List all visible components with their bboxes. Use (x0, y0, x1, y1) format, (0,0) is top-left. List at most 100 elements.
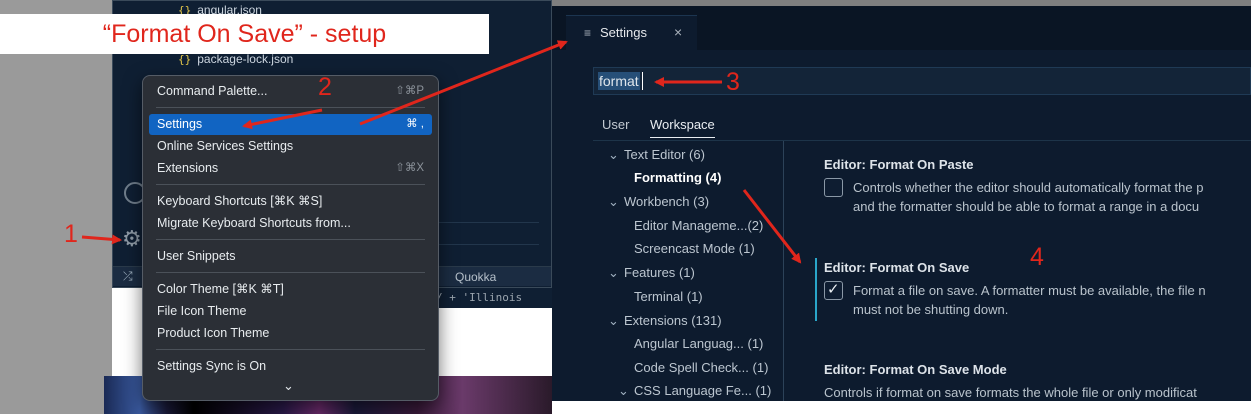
menu-separator (156, 349, 425, 350)
menu-item-label: Settings (157, 117, 203, 131)
setting-name: Format On Paste (869, 157, 974, 172)
toc-count: (4) (705, 170, 722, 185)
toc-item-text-editor[interactable]: ⌄ Text Editor (6) (608, 147, 705, 163)
toc-label: Screencast Mode (634, 241, 736, 256)
explorer-file[interactable]: {} package-lock.json (178, 52, 293, 66)
title-strip (552, 0, 1251, 6)
menu-item-extensions[interactable]: Extensions ⇧⌘X (149, 158, 432, 179)
chevron-down-icon: ⌄ (608, 147, 619, 162)
toc-item-code-spell[interactable]: Code Spell Check... (1) (634, 360, 768, 375)
annotation-number-4: 4 (1030, 243, 1044, 271)
close-icon[interactable]: × (674, 24, 682, 40)
banner-title: “Format On Save” - setup (102, 20, 387, 48)
checkmark-icon: ✓ (827, 281, 840, 298)
settings-list-icon: ≡ (584, 26, 592, 40)
menu-item-label: Keyboard Shortcuts [⌘K ⌘S] (157, 194, 323, 208)
toc-item-editor-management[interactable]: Editor Manageme...(2) (634, 218, 763, 233)
menu-item-shortcut: ⇧⌘P (395, 85, 424, 97)
manage-menu: Command Palette... ⇧⌘P Settings ⌘ , Online… (142, 75, 439, 401)
chevron-down-icon: ⌄ (608, 194, 619, 209)
menu-item-online-services[interactable]: Online Services Settings (149, 136, 432, 157)
gear-icon[interactable]: ⚙ (122, 228, 142, 250)
remote-icon[interactable]: ⤮ (123, 269, 133, 284)
toc-count: (1) (678, 265, 695, 280)
menu-item-shortcut: ⇧⌘X (395, 162, 424, 174)
scope-divider (593, 140, 1251, 141)
toc-item-screencast-mode[interactable]: Screencast Mode (1) (634, 241, 755, 256)
tab-settings[interactable]: ≡ Settings × (566, 15, 697, 50)
toc-label: Terminal (634, 289, 684, 304)
menu-item-product-icon-theme[interactable]: Product Icon Theme (149, 323, 432, 344)
menu-separator (156, 272, 425, 273)
menu-item-migrate-shortcuts[interactable]: Migrate Keyboard Shortcuts from... (149, 213, 432, 234)
chevron-down-icon: ⌄ (618, 383, 629, 398)
menu-item-settings[interactable]: Settings ⌘ , (149, 114, 432, 135)
menu-item-command-palette[interactable]: Command Palette... ⇧⌘P (149, 81, 432, 102)
settings-search-input[interactable]: format (593, 67, 1251, 95)
annotation-number-1: 1 (64, 220, 78, 248)
menu-separator (156, 184, 425, 185)
menu-item-shortcut: ⌘ , (406, 118, 424, 130)
setting-name: Format On Save Mode (869, 362, 1007, 377)
toc-item-angular[interactable]: Angular Languag... (1) (634, 336, 763, 351)
toc-label: Features (624, 265, 676, 280)
setting-title-format-on-paste: Editor: Format On Paste (824, 157, 974, 172)
setting-category: Editor: (824, 362, 870, 377)
chevron-down-icon[interactable]: ⌄ (283, 378, 294, 394)
code-line: / + 'Illinois (430, 288, 552, 308)
setting-title-format-on-save-mode: Editor: Format On Save Mode (824, 362, 1007, 377)
chevron-down-icon: ⌄ (608, 313, 619, 328)
menu-separator (156, 107, 425, 108)
search-value: format (598, 72, 640, 90)
setting-description: must not be shutting down. (853, 302, 1009, 317)
annotation-number-3: 3 (726, 68, 740, 96)
bottom-white-strip (552, 401, 1251, 414)
menu-item-label: Extensions (157, 161, 219, 175)
setting-description: and the formatter should be able to form… (853, 199, 1200, 214)
menu-item-label: Online Services Settings (157, 139, 294, 153)
toc-count: (131) (691, 313, 722, 328)
menu-item-label: Product Icon Theme (157, 326, 270, 340)
title-banner: “Format On Save” - setup (0, 14, 489, 54)
menu-item-user-snippets[interactable]: User Snippets (149, 246, 432, 267)
toc-label: Workbench (624, 194, 690, 209)
tab-label: Settings (600, 25, 647, 40)
toc-label: Extensions (624, 313, 688, 328)
text-caret (642, 72, 643, 90)
setting-description: Controls whether the editor should autom… (853, 180, 1204, 195)
setting-title-format-on-save: Editor: Format On Save (824, 260, 969, 275)
toc-item-features[interactable]: ⌄ Features (1) (608, 265, 695, 281)
menu-item-label: Settings Sync is On (157, 359, 267, 373)
menu-item-label: Color Theme [⌘K ⌘T] (157, 282, 284, 296)
toc-item-workbench[interactable]: ⌄ Workbench (3) (608, 194, 709, 210)
toc-count: (1) (755, 383, 772, 398)
scope-tab-user[interactable]: User (602, 117, 629, 132)
menu-item-label: Command Palette... (157, 84, 268, 98)
menu-item-label: File Icon Theme (157, 304, 247, 318)
setting-category: Editor: (824, 260, 870, 275)
toc-label: Code Spell Check... (634, 360, 749, 375)
menu-item-keyboard-shortcuts[interactable]: Keyboard Shortcuts [⌘K ⌘S] (149, 191, 432, 212)
toc-count: (2) (747, 218, 764, 233)
json-file-icon: {} (178, 53, 192, 66)
toc-item-css-language[interactable]: ⌄ CSS Language Fe... (1) (618, 383, 771, 399)
setting-description: Controls if format on save formats the w… (824, 385, 1197, 400)
toc-count: (1) (747, 336, 764, 351)
menu-item-file-icon-theme[interactable]: File Icon Theme (149, 301, 432, 322)
status-item-quokka[interactable]: Quokka (455, 270, 496, 284)
menu-item-settings-sync[interactable]: Settings Sync is On (149, 356, 432, 377)
toc-item-extensions[interactable]: ⌄ Extensions (131) (608, 313, 722, 329)
format-on-save-checkbox[interactable]: ✓ (824, 281, 843, 300)
toc-item-terminal[interactable]: Terminal (1) (634, 289, 703, 304)
toc-count: (1) (686, 289, 703, 304)
setting-category: Editor: (824, 157, 870, 172)
toc-item-formatting[interactable]: Formatting (4) (634, 170, 721, 185)
annotation-number-2: 2 (318, 73, 332, 101)
setting-description: Format a file on save. A formatter must … (853, 283, 1206, 298)
toc-label: Text Editor (624, 147, 686, 162)
toc-count: (6) (689, 147, 705, 162)
menu-item-color-theme[interactable]: Color Theme [⌘K ⌘T] (149, 279, 432, 300)
chevron-down-icon: ⌄ (608, 265, 619, 280)
scope-tab-workspace[interactable]: Workspace (650, 117, 715, 138)
format-on-paste-checkbox[interactable] (824, 178, 843, 197)
